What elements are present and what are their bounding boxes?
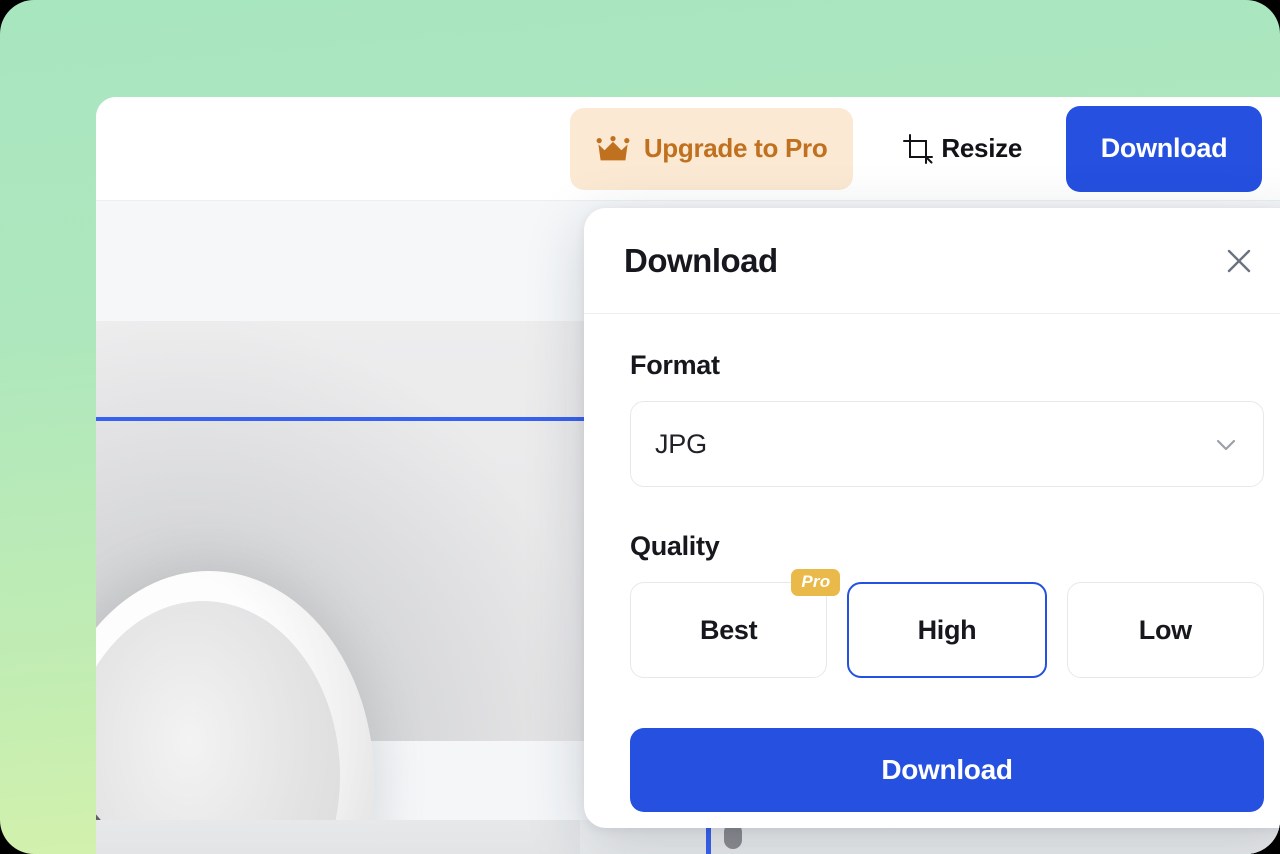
resize-button[interactable]: Resize xyxy=(883,108,1042,190)
download-modal: Download Format JPG Quality Pro Best Hig… xyxy=(584,208,1280,828)
resize-label: Resize xyxy=(941,133,1022,163)
pro-badge: Pro xyxy=(791,569,841,596)
quality-option-high[interactable]: High xyxy=(847,582,1047,678)
quality-option-high-label: High xyxy=(917,614,977,645)
format-section: Format JPG xyxy=(630,350,1264,487)
modal-header: Download xyxy=(584,208,1280,314)
upgrade-to-pro-label: Upgrade to Pro xyxy=(643,133,828,163)
crop-resize-icon xyxy=(903,133,934,164)
close-button[interactable] xyxy=(1220,242,1258,280)
toolbar-download-button[interactable]: Download xyxy=(1066,105,1262,192)
quality-option-low[interactable]: Low xyxy=(1066,582,1264,678)
quality-section: Quality Pro Best High Low xyxy=(630,531,1264,678)
editor-toolbar: Upgrade to Pro Resize Download xyxy=(96,97,1280,201)
quality-option-low-label: Low xyxy=(1138,614,1192,645)
modal-body: Format JPG Quality Pro Best High Low Dow… xyxy=(584,314,1280,812)
crown-icon xyxy=(596,135,630,162)
photo-bowl-object xyxy=(96,571,374,854)
format-label: Format xyxy=(630,350,720,380)
format-select-value: JPG xyxy=(655,428,707,459)
upgrade-to-pro-button[interactable]: Upgrade to Pro xyxy=(569,107,854,190)
close-icon xyxy=(1224,246,1254,276)
quality-label: Quality xyxy=(630,531,720,561)
format-select[interactable]: JPG xyxy=(630,401,1264,487)
app-frame: Upgrade to Pro Resize Download Download … xyxy=(0,0,1280,854)
quality-option-best-label: Best xyxy=(700,614,758,645)
modal-download-button[interactable]: Download xyxy=(630,728,1264,812)
modal-title: Download xyxy=(624,241,778,279)
quality-option-best[interactable]: Pro Best xyxy=(630,569,841,678)
quality-options-group: Pro Best High Low xyxy=(630,569,1264,678)
photo-bowl-inner xyxy=(96,601,340,854)
